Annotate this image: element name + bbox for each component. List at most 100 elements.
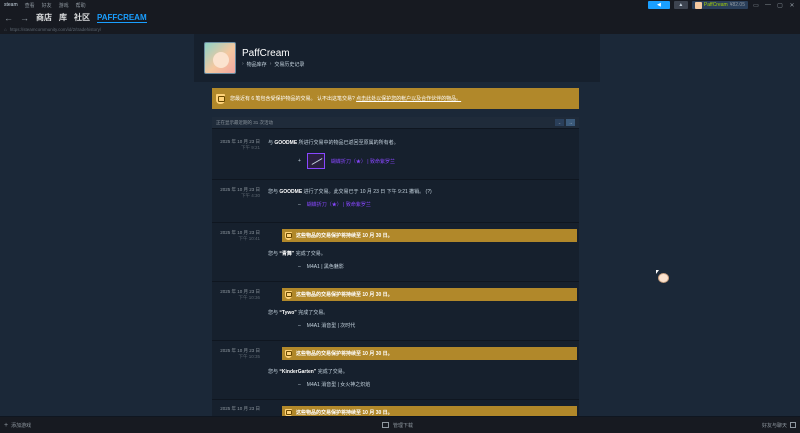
bigpicture-icon[interactable]: ▭ <box>752 2 760 9</box>
back-icon[interactable]: ← <box>4 13 13 23</box>
item-row: – M4A1 消音型 | 次时代 <box>298 322 356 330</box>
profile-avatar[interactable] <box>204 42 236 74</box>
warning-text: 您最近有 6 笔包含受保护物品的交易。 认不出这笔交易? 点击此处以保护您的帐户… <box>230 95 461 102</box>
download-icon <box>382 422 389 428</box>
trade-date: 2025 年 10 月 23 日 下午 10:35 <box>212 348 260 360</box>
mouse-cursor-icon <box>656 270 659 274</box>
shield-icon <box>285 349 292 358</box>
item-sign: + <box>298 158 301 164</box>
protection-banner: 这些物品的交易保护将持续至 10 月 30 日。 <box>282 288 577 301</box>
text-pre: 您与 <box>268 189 280 195</box>
time-text: 下午 10:36 <box>238 295 260 300</box>
nav-community[interactable]: 社区 <box>74 12 90 23</box>
trade-partner[interactable]: GOODME <box>274 140 297 146</box>
item-row: – M4A1 消音型 | 女火神之炽焰 <box>298 381 371 389</box>
item-row: + 蝴蝶折刀（★） | 致命紫罗兰 <box>298 153 395 169</box>
date-text: 2025 年 10 月 23 日 <box>220 348 260 353</box>
trade-date: 2025 年 10 月 23 日 下午 9:21 <box>212 139 260 151</box>
add-game-button[interactable]: + 添加游戏 <box>4 422 31 429</box>
trade-entry: 2025 年 10 月 23 日 下午 10:36 这些物品的交易保护将持续至 … <box>212 281 579 339</box>
trade-entry: 2025 年 10 月 23 日 下午 4:30 您与 GOODME 进行了交易… <box>212 179 579 221</box>
text-post: 所进行交易中的物品已返回至原属的所有者。 <box>297 140 399 146</box>
breadcrumb-separator: › <box>269 61 272 67</box>
bell-icon[interactable]: ▲ <box>673 1 688 9</box>
banner-text: 这些物品的交易保护将持续至 10 月 30 日。 <box>296 351 393 357</box>
profile-name[interactable]: PaffCream <box>242 48 304 59</box>
forward-icon[interactable]: → <box>20 13 29 23</box>
friends-chat-label: 好友与聊天 <box>761 422 787 429</box>
filter-bar: 正在显示最近期的 31 次活动 ⌄ → <box>212 117 579 128</box>
item-name[interactable]: M4A1 消音型 | 次时代 <box>307 322 356 329</box>
trade-entry: 2025 年 10 月 23 日 下午 10:41 这些物品的交易保护将持续至 … <box>212 222 579 280</box>
protect-account-link[interactable]: 点击此处以保护您的帐户以及合作伙伴的物品。 <box>356 96 461 102</box>
url-text[interactable]: https://steamcommunity.com/id/2/tradehis… <box>10 27 101 32</box>
main-content: 您最近有 6 笔包含受保护物品的交易。 认不出这笔交易? 点击此处以保护您的帐户… <box>194 82 600 422</box>
text-post: 完成了交易。 <box>316 369 348 375</box>
item-name[interactable]: 蝴蝶折刀（★） | 致命紫罗兰 <box>331 158 395 165</box>
url-bar: ⌂ https://steamcommunity.com/id/2/tradeh… <box>0 25 800 34</box>
protection-banner: 这些物品的交易保护将持续至 10 月 30 日。 <box>282 229 577 242</box>
steam-logo[interactable]: steam <box>4 2 18 8</box>
trade-description: 您与 “KinderGarten” 完成了交易。 <box>268 368 348 375</box>
filter-dropdown[interactable]: ⌄ <box>555 119 564 126</box>
menu-item-games[interactable]: 游戏 <box>59 2 69 9</box>
item-name[interactable]: M4A1 消音型 | 女火神之炽焰 <box>307 381 371 388</box>
trade-description: 您与 “青舞” 完成了交易。 <box>268 250 326 257</box>
trade-partner[interactable]: “Tywo” <box>279 310 296 316</box>
trade-entry: 2025 年 10 月 23 日 下午 10:35 这些物品的交易保护将持续至 … <box>212 340 579 398</box>
trade-description: 您与 GOODME 进行了交易。此交易已于 10 月 23 日 下午 9:21 … <box>268 188 432 195</box>
banner-text: 这些物品的交易保护将持续至 10 月 30 日。 <box>296 410 393 416</box>
protection-banner: 这些物品的交易保护将持续至 10 月 30 日。 <box>282 347 577 360</box>
trade-partner[interactable]: “KinderGarten” <box>279 369 316 375</box>
item-name[interactable]: 蝴蝶折刀（★） | 致命紫罗兰 <box>307 201 371 208</box>
nav-bar: ← → 商店 库 社区 PAFFCREAM <box>0 10 800 25</box>
account-menu[interactable]: PaffCream ¥82.05 <box>691 1 748 9</box>
item-sign: – <box>298 381 301 388</box>
username: PaffCream <box>703 2 728 8</box>
friends-chat-button[interactable]: 好友与聊天 <box>762 422 796 429</box>
banner-text: 这些物品的交易保护将持续至 10 月 30 日。 <box>296 233 393 239</box>
downloads-button[interactable]: 管理下载 <box>382 422 413 429</box>
breadcrumb-trade-history: 交易历史记录 <box>274 62 305 68</box>
trade-partner[interactable]: GOODME <box>279 189 302 195</box>
trade-history-panel: 正在显示最近期的 31 次活动 ⌄ → 2025 年 10 月 23 日 下午 … <box>212 117 579 422</box>
date-text: 2025 年 10 月 23 日 <box>220 406 260 411</box>
activity-count: 正在显示最近期的 31 次活动 <box>216 119 274 125</box>
item-name[interactable]: M4A1 | 黑色魅影 <box>307 263 344 270</box>
text-post: 完成了交易。 <box>296 310 329 316</box>
text-post: 进行了交易。此交易已于 10 月 23 日 下午 9:21 撤销。 (?) <box>302 189 432 195</box>
warning-message: 您最近有 6 笔包含受保护物品的交易。 认不出这笔交易? <box>230 96 355 102</box>
filter-go-button[interactable]: → <box>566 119 575 126</box>
knife-item-icon[interactable] <box>306 153 325 169</box>
megaphone-icon[interactable]: ◀ <box>647 1 670 9</box>
time-text: 下午 10:35 <box>238 354 260 359</box>
date-text: 2025 年 10 月 23 日 <box>220 139 260 144</box>
nav-library[interactable]: 库 <box>59 12 67 23</box>
breadcrumb-inventory[interactable]: 物品库存 <box>247 61 267 68</box>
item-sign: – <box>298 201 301 208</box>
trade-partner[interactable]: “青舞” <box>279 251 294 257</box>
text-pre: 您与 <box>268 310 280 316</box>
breadcrumb: › 物品库存 › 交易历史记录 <box>242 61 304 68</box>
trade-description: 您与 “Tywo” 完成了交易。 <box>268 309 328 316</box>
menu-item-help[interactable]: 帮助 <box>76 2 86 9</box>
avatar <box>694 1 702 9</box>
text-pre: 您与 <box>268 369 280 375</box>
menu-item-friends[interactable]: 好友 <box>42 2 52 9</box>
time-text: 下午 9:21 <box>240 145 260 150</box>
date-text: 2025 年 10 月 23 日 <box>220 187 260 192</box>
text-pre: 您与 <box>268 251 280 257</box>
nav-profile[interactable]: PAFFCREAM <box>97 13 147 23</box>
nav-store[interactable]: 商店 <box>36 12 52 23</box>
trade-description: 与 GOODME 所进行交易中的物品已返回至原属的所有者。 <box>268 139 399 146</box>
trade-date: 2025 年 10 月 23 日 下午 4:30 <box>212 187 260 199</box>
banner-text: 这些物品的交易保护将持续至 10 月 30 日。 <box>296 292 393 298</box>
item-sign: – <box>298 263 301 270</box>
downloads-label: 管理下载 <box>393 422 414 429</box>
close-icon[interactable]: ✕ <box>788 2 796 9</box>
time-text: 下午 10:41 <box>238 236 260 241</box>
minimize-icon[interactable]: — <box>764 2 772 8</box>
menu-item-view[interactable]: 查看 <box>25 2 35 9</box>
maximize-icon[interactable]: ▢ <box>776 2 784 9</box>
date-text: 2025 年 10 月 23 日 <box>220 289 260 294</box>
